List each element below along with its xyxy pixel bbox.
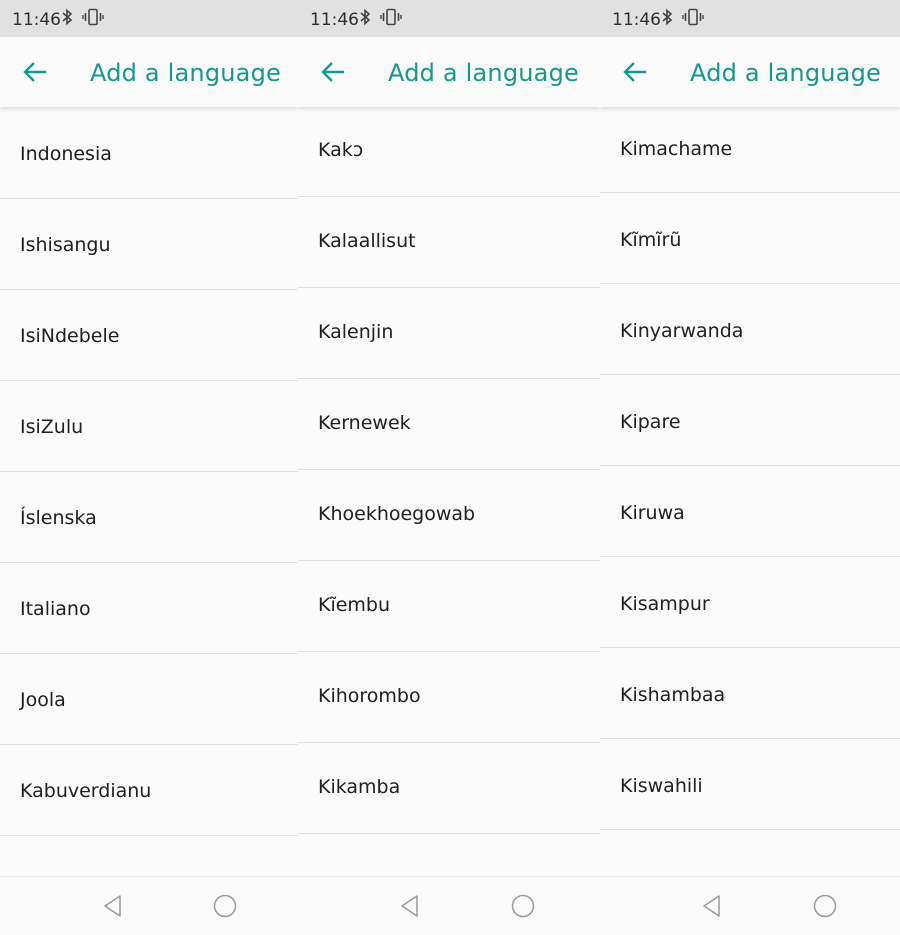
language-item[interactable]: Indonesia bbox=[0, 108, 298, 199]
language-item[interactable]: Kimachame bbox=[600, 102, 900, 193]
navigation-bar bbox=[298, 876, 600, 935]
language-label: Kihorombo bbox=[318, 685, 421, 707]
app-bar: Add a language bbox=[600, 37, 900, 107]
language-label: Kalaallisut bbox=[318, 230, 416, 252]
status-time: 11:46 bbox=[12, 10, 61, 30]
arrow-left-icon[interactable] bbox=[622, 60, 648, 84]
language-item[interactable]: IsiZulu bbox=[0, 381, 298, 472]
language-label: Kimachame bbox=[620, 138, 733, 160]
language-label: Kishambaa bbox=[620, 684, 726, 706]
app-bar: Add a language bbox=[0, 37, 298, 107]
language-item[interactable]: Kipare bbox=[600, 375, 900, 466]
language-label: Kabuverdianu bbox=[20, 780, 152, 802]
language-label: Kĩmĩrũ bbox=[620, 229, 682, 251]
language-item[interactable]: IsiNdebele bbox=[0, 290, 298, 381]
language-label: Kinyarwanda bbox=[620, 320, 744, 342]
language-item[interactable] bbox=[298, 834, 600, 877]
vibrate-icon bbox=[682, 8, 704, 26]
language-label: Kikamba bbox=[318, 776, 401, 798]
language-item[interactable]: Kinyarwanda bbox=[600, 284, 900, 375]
circle-home-icon[interactable] bbox=[813, 894, 837, 918]
triangle-back-icon[interactable] bbox=[101, 894, 125, 918]
language-label: Italiano bbox=[20, 598, 91, 620]
navigation-bar bbox=[600, 876, 900, 935]
arrow-left-icon[interactable] bbox=[320, 60, 346, 84]
vibrate-icon bbox=[380, 8, 402, 26]
status-bar: 11:46 bbox=[298, 0, 600, 37]
language-label: Joola bbox=[20, 689, 66, 711]
language-item[interactable]: Joola bbox=[0, 654, 298, 745]
language-item[interactable]: Khoekhoegowab bbox=[298, 470, 600, 561]
bluetooth-icon bbox=[360, 8, 371, 26]
language-item[interactable]: Íslenska bbox=[0, 472, 298, 563]
language-label: IsiNdebele bbox=[20, 325, 120, 347]
vibrate-icon bbox=[82, 8, 104, 26]
language-label: Kalenjin bbox=[318, 321, 394, 343]
status-time: 11:46 bbox=[310, 10, 359, 30]
status-bar: 11:46 bbox=[600, 0, 900, 37]
language-label: Kiswahili bbox=[620, 775, 703, 797]
language-label: Ishisangu bbox=[20, 234, 111, 256]
language-label: Kakɔ bbox=[318, 139, 364, 161]
screen-panel-1: 11:46 Add a language Indonesia Ishisangu… bbox=[0, 0, 298, 935]
language-label: Kernewek bbox=[318, 412, 411, 434]
language-list[interactable]: Kimachame Kĩmĩrũ Kinyarwanda Kipare Kiru… bbox=[600, 102, 900, 877]
status-time: 11:46 bbox=[612, 10, 661, 30]
page-title: Add a language bbox=[90, 59, 281, 87]
circle-home-icon[interactable] bbox=[511, 894, 535, 918]
language-item[interactable]: Kalenjin bbox=[298, 288, 600, 379]
page-title: Add a language bbox=[690, 59, 881, 87]
app-bar: Add a language bbox=[298, 37, 600, 107]
language-item[interactable]: Kabuverdianu bbox=[0, 745, 298, 836]
screenshot-collage: 11:46 Add a language Indonesia Ishisangu… bbox=[0, 0, 900, 935]
language-list[interactable]: Kakɔ Kalaallisut Kalenjin Kernewek Khoek… bbox=[298, 106, 600, 877]
bluetooth-icon bbox=[62, 8, 73, 26]
triangle-back-icon[interactable] bbox=[700, 894, 724, 918]
language-item[interactable] bbox=[600, 830, 900, 877]
language-label: Kiruwa bbox=[620, 502, 685, 524]
language-item[interactable]: Kĩmĩrũ bbox=[600, 193, 900, 284]
circle-home-icon[interactable] bbox=[213, 894, 237, 918]
language-label: IsiZulu bbox=[20, 416, 84, 438]
arrow-left-icon[interactable] bbox=[22, 60, 48, 84]
language-item[interactable]: Kisampur bbox=[600, 557, 900, 648]
language-item[interactable]: Kikamba bbox=[298, 743, 600, 834]
language-list[interactable]: Indonesia Ishisangu IsiNdebele IsiZulu Í… bbox=[0, 108, 298, 877]
triangle-back-icon[interactable] bbox=[398, 894, 422, 918]
language-item[interactable]: Kalaallisut bbox=[298, 197, 600, 288]
language-label: Kĩembu bbox=[318, 594, 391, 616]
language-item[interactable]: Kĩembu bbox=[298, 561, 600, 652]
status-bar: 11:46 bbox=[0, 0, 298, 37]
language-item[interactable]: Italiano bbox=[0, 563, 298, 654]
language-label: Íslenska bbox=[20, 507, 97, 529]
language-label: Kisampur bbox=[620, 593, 710, 615]
language-item[interactable]: Kihorombo bbox=[298, 652, 600, 743]
language-item[interactable]: Kiruwa bbox=[600, 466, 900, 557]
page-title: Add a language bbox=[388, 59, 579, 87]
language-item[interactable]: Kernewek bbox=[298, 379, 600, 470]
screen-panel-3: 11:46 Add a language Kimachame Kĩmĩrũ Ki… bbox=[600, 0, 900, 935]
language-item[interactable] bbox=[0, 836, 298, 877]
language-item[interactable]: Ishisangu bbox=[0, 199, 298, 290]
language-label: Kipare bbox=[620, 411, 681, 433]
language-item[interactable]: Kakɔ bbox=[298, 106, 600, 197]
screen-panel-2: 11:46 Add a language Kakɔ Kalaallisut Ka… bbox=[298, 0, 600, 935]
language-label: Khoekhoegowab bbox=[318, 503, 476, 525]
language-label: Indonesia bbox=[20, 143, 112, 165]
language-item[interactable]: Kishambaa bbox=[600, 648, 900, 739]
language-item[interactable]: Kiswahili bbox=[600, 739, 900, 830]
bluetooth-icon bbox=[662, 8, 673, 26]
navigation-bar bbox=[0, 876, 298, 935]
